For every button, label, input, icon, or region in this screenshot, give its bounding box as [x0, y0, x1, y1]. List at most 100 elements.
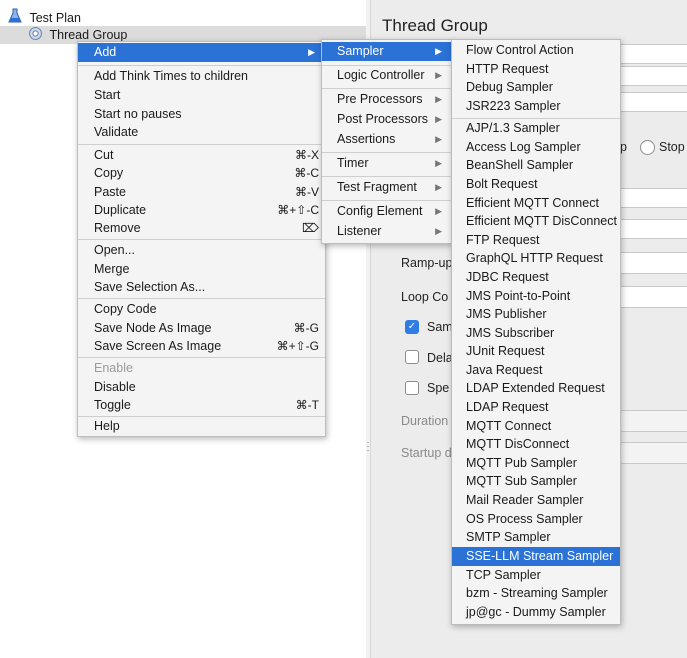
- same-user-checkbox[interactable]: ✓: [405, 320, 419, 334]
- sampler-item[interactable]: Bolt Request: [452, 175, 620, 194]
- menu-item-label: Enable: [94, 361, 133, 375]
- menu-item-add[interactable]: Add ▶: [78, 43, 325, 62]
- tree-item-label: Test Plan: [29, 10, 81, 25]
- menu-item-label: JMS Publisher: [466, 307, 547, 321]
- menu-item-label: OS Process Sampler: [466, 512, 583, 526]
- menu-item-label: JSR223 Sampler: [466, 99, 561, 113]
- sampler-item[interactable]: Efficient MQTT DisConnect: [452, 212, 620, 231]
- sampler-item[interactable]: LDAP Extended Request: [452, 379, 620, 398]
- menu-item-label: Sampler: [337, 44, 384, 58]
- menu-item-assertions[interactable]: Assertions ▶: [322, 130, 452, 149]
- sampler-item[interactable]: JDBC Request: [452, 268, 620, 287]
- submenu-arrow-icon: ▶: [435, 94, 442, 104]
- sampler-item[interactable]: MQTT DisConnect: [452, 435, 620, 454]
- menu-item-label: SMTP Sampler: [466, 530, 551, 544]
- sampler-item[interactable]: JUnit Request: [452, 342, 620, 361]
- menu-item-label: JUnit Request: [466, 344, 545, 358]
- sampler-item[interactable]: Flow Control Action: [452, 41, 620, 60]
- menu-item-cut[interactable]: Cut ⌘-X: [78, 146, 325, 165]
- sampler-item[interactable]: Debug Sampler: [452, 78, 620, 97]
- thread-group-gear-icon: [28, 26, 43, 46]
- sampler-item[interactable]: OS Process Sampler: [452, 510, 620, 529]
- menu-item-label: Save Screen As Image: [94, 339, 222, 353]
- menu-item-validate[interactable]: Validate: [78, 123, 325, 142]
- delay-thread-checkbox[interactable]: [405, 350, 419, 364]
- startup-delay-label: Startup d: [401, 446, 452, 460]
- sampler-item[interactable]: MQTT Sub Sampler: [452, 472, 620, 491]
- splitter-grip-icon: · · ·: [366, 437, 370, 455]
- menu-item-add-think-times[interactable]: Add Think Times to children: [78, 67, 325, 86]
- sampler-item[interactable]: Java Request: [452, 361, 620, 380]
- menu-item-logic-controller[interactable]: Logic Controller ▶: [322, 66, 452, 85]
- specify-lifetime-checkbox[interactable]: [405, 381, 419, 395]
- sampler-item[interactable]: Access Log Sampler: [452, 138, 620, 157]
- menu-item-sampler[interactable]: Sampler ▶: [322, 42, 452, 61]
- same-user-label: Sam: [427, 320, 453, 334]
- menu-item-open[interactable]: Open...: [78, 241, 325, 260]
- menu-item-pre-processors[interactable]: Pre Processors ▶: [322, 90, 452, 109]
- sampler-item[interactable]: FTP Request: [452, 231, 620, 250]
- menu-item-listener[interactable]: Listener ▶: [322, 222, 452, 241]
- shortcut-label: ⌘-T: [295, 398, 319, 412]
- menu-item-label: SSE-LLM Stream Sampler: [466, 549, 614, 563]
- sampler-item[interactable]: MQTT Connect: [452, 417, 620, 436]
- menu-item-label: JMS Point-to-Point: [466, 289, 571, 303]
- loop-count-label: Loop Co: [401, 290, 449, 304]
- menu-item-label: LDAP Request: [466, 400, 549, 414]
- menu-item-label: Flow Control Action: [466, 43, 574, 57]
- menu-item-merge[interactable]: Merge: [78, 260, 325, 279]
- menu-item-toggle[interactable]: Toggle ⌘-T: [78, 396, 325, 415]
- tree-item-test-plan[interactable]: Test Plan: [8, 8, 81, 26]
- menu-item-save-selection-as[interactable]: Save Selection As...: [78, 278, 325, 297]
- menu-item-remove[interactable]: Remove ⌦: [78, 219, 325, 238]
- submenu-arrow-icon: ▶: [435, 158, 442, 168]
- menu-item-start[interactable]: Start: [78, 86, 325, 105]
- submenu-arrow-icon: ▶: [435, 70, 442, 80]
- menu-item-save-node-as-image[interactable]: Save Node As Image ⌘-G: [78, 319, 325, 338]
- menu-item-copy-code[interactable]: Copy Code: [78, 300, 325, 319]
- menu-item-duplicate[interactable]: Duplicate ⌘+⇧-C: [78, 201, 325, 220]
- menu-item-disable[interactable]: Disable: [78, 378, 325, 397]
- shortcut-label: ⌘-V: [295, 185, 319, 199]
- sampler-item[interactable]: TCP Sampler: [452, 566, 620, 585]
- sampler-item[interactable]: JMS Point-to-Point: [452, 287, 620, 306]
- sampler-item[interactable]: jp@gc - Dummy Sampler: [452, 603, 620, 622]
- menu-item-label: Disable: [94, 380, 136, 394]
- sampler-item[interactable]: BeanShell Sampler: [452, 156, 620, 175]
- menu-item-start-no-pauses[interactable]: Start no pauses: [78, 105, 325, 124]
- menu-item-label: MQTT Connect: [466, 419, 552, 433]
- menu-item-post-processors[interactable]: Post Processors ▶: [322, 110, 452, 129]
- sampler-item[interactable]: MQTT Pub Sampler: [452, 454, 620, 473]
- sampler-item-sse-llm-stream[interactable]: SSE-LLM Stream Sampler: [452, 547, 620, 566]
- editor-title: Thread Group: [382, 16, 488, 35]
- menu-item-config-element[interactable]: Config Element ▶: [322, 202, 452, 221]
- delete-key-icon: ⌦: [302, 221, 319, 235]
- sampler-item[interactable]: bzm - Streaming Sampler: [452, 584, 620, 603]
- sampler-item[interactable]: Efficient MQTT Connect: [452, 194, 620, 213]
- stop-test-radio[interactable]: [640, 140, 655, 155]
- menu-item-paste[interactable]: Paste ⌘-V: [78, 183, 325, 202]
- menu-item-timer[interactable]: Timer ▶: [322, 154, 452, 173]
- menu-item-label: Config Element: [337, 204, 423, 218]
- menu-item-copy[interactable]: Copy ⌘-C: [78, 164, 325, 183]
- menu-item-label: Add Think Times to children: [94, 69, 249, 83]
- menu-item-test-fragment[interactable]: Test Fragment ▶: [322, 178, 452, 197]
- sampler-item[interactable]: JSR223 Sampler: [452, 97, 620, 116]
- shortcut-label: ⌘-G: [293, 321, 319, 335]
- sampler-item[interactable]: AJP/1.3 Sampler: [452, 119, 620, 138]
- sampler-item[interactable]: HTTP Request: [452, 60, 620, 79]
- shortcut-label: ⌘-C: [294, 166, 319, 180]
- menu-item-label: Java Request: [466, 363, 543, 377]
- menu-item-label: Copy Code: [94, 302, 157, 316]
- sampler-item[interactable]: LDAP Request: [452, 398, 620, 417]
- sampler-item[interactable]: JMS Publisher: [452, 305, 620, 324]
- menu-item-help[interactable]: Help: [78, 417, 325, 436]
- menu-item-label: Add: [94, 45, 117, 59]
- sampler-item[interactable]: GraphQL HTTP Request: [452, 249, 620, 268]
- sampler-item[interactable]: JMS Subscriber: [452, 324, 620, 343]
- sampler-item[interactable]: SMTP Sampler: [452, 528, 620, 547]
- menu-item-save-screen-as-image[interactable]: Save Screen As Image ⌘+⇧-G: [78, 337, 325, 356]
- menu-separator: [322, 200, 452, 201]
- sampler-item[interactable]: Mail Reader Sampler: [452, 491, 620, 510]
- menu-item-label: MQTT Sub Sampler: [466, 474, 577, 488]
